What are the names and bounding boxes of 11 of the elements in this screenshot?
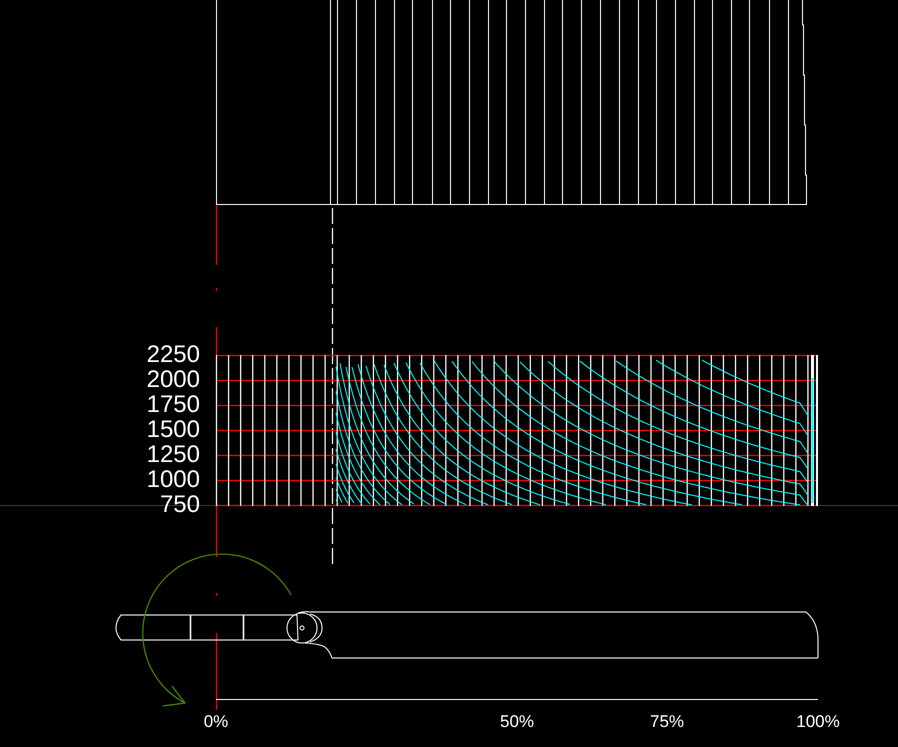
- scale-label: 100%: [796, 713, 840, 731]
- axis-label: 1500: [146, 418, 200, 442]
- scale-label: 0%: [204, 713, 228, 731]
- axis-label: 1250: [146, 443, 200, 467]
- axis-label: 1750: [146, 393, 200, 417]
- axis-label: 2250: [146, 343, 200, 367]
- axis-label: 2000: [146, 368, 200, 392]
- axis-label: 1000: [146, 468, 200, 492]
- scale-label: 50%: [500, 713, 534, 731]
- scale-label: 75%: [650, 713, 684, 731]
- axis-label: 750: [160, 493, 200, 517]
